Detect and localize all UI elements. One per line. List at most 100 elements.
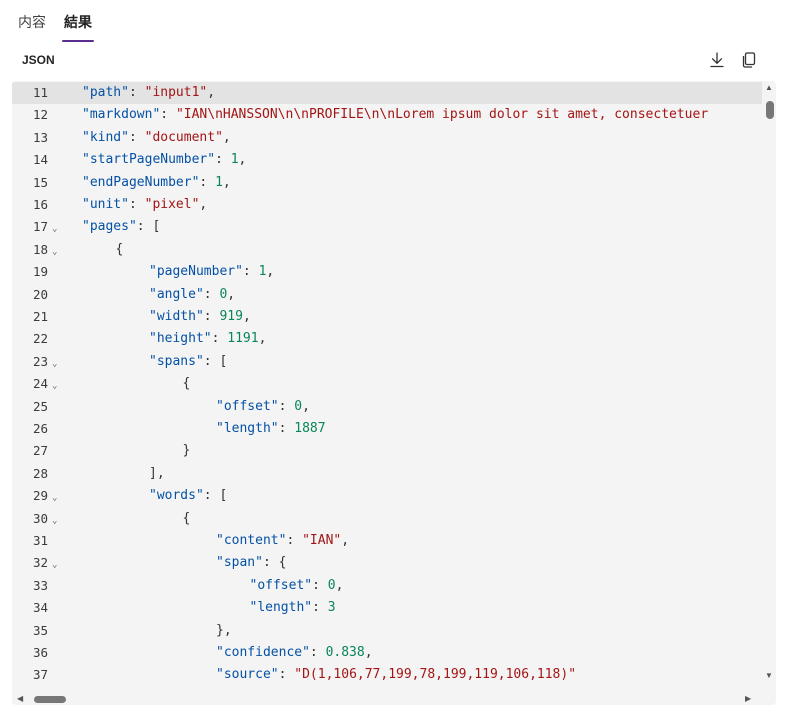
json-punctuation: { — [115, 241, 124, 257]
code-line[interactable]: 32 ⌄ "span": { — [12, 552, 762, 574]
json-string: "pixel" — [144, 197, 200, 212]
code-line[interactable]: 13 "kind": "document", — [12, 127, 762, 149]
json-punctuation: : [ — [203, 488, 228, 504]
line-number: 33 — [32, 577, 48, 593]
line-number: 17 — [32, 219, 48, 235]
code-line[interactable]: 37 "source": "D(1,106,77,199,78,199,119,1… — [12, 664, 762, 681]
code-line[interactable]: 30 ⌄ { — [12, 508, 762, 530]
json-key: "kind" — [82, 129, 129, 145]
code-line[interactable]: 22 "height": 1191, — [12, 328, 762, 350]
code-line[interactable]: 26 "length": 1887 — [12, 418, 762, 440]
copy-button[interactable] — [739, 50, 759, 70]
fold-chevron-icon[interactable]: ⌄ — [52, 375, 57, 397]
json-punctuation: , — [335, 577, 344, 593]
json-punctuation: , — [266, 264, 275, 280]
scroll-up-icon[interactable]: ▲ — [765, 83, 773, 92]
line-number: 13 — [32, 129, 48, 145]
code-line[interactable]: 16 "unit": "pixel", — [12, 194, 762, 216]
code-line[interactable]: 33 "offset": 0, — [12, 575, 762, 597]
json-punctuation: , — [199, 197, 208, 212]
json-key: "pages" — [82, 219, 137, 235]
horizontal-scroll-thumb[interactable] — [34, 696, 66, 703]
code-text: "offset": 0, — [216, 396, 310, 418]
code-text: "length": 3 — [250, 597, 336, 619]
code-text: "pages": [ — [82, 216, 160, 238]
code-line[interactable]: 23 ⌄ "spans": [ — [12, 351, 762, 373]
code-line[interactable]: 17 ⌄ "pages": [ — [12, 216, 762, 238]
code-line[interactable]: 31 "content": "IAN", — [12, 530, 762, 552]
code-line[interactable]: 18 ⌄ { — [12, 239, 762, 261]
code-text: "markdown": "IAN\nHANSSON\n\nPROFILE\n\n… — [82, 104, 708, 126]
code-line[interactable]: 28], — [12, 463, 762, 485]
line-number: 16 — [32, 197, 48, 212]
code-line[interactable]: 14 "startPageNumber": 1, — [12, 149, 762, 171]
line-number: 28 — [32, 465, 48, 481]
code-line[interactable]: 21 "width": 919, — [12, 306, 762, 328]
horizontal-scrollbar[interactable]: ◀ ▶ — [12, 691, 762, 705]
code-line[interactable]: 11 "path": "input1", — [12, 82, 762, 105]
scroll-down-icon[interactable]: ▼ — [765, 671, 773, 680]
json-punctuation: : [ — [136, 219, 161, 235]
code-line[interactable]: 25 "offset": 0, — [12, 396, 762, 418]
json-punctuation: : — [286, 533, 303, 548]
tab-content[interactable]: 内容 — [18, 0, 46, 44]
json-key: "span" — [216, 555, 263, 571]
json-number: 0.838 — [325, 645, 365, 660]
json-punctuation: : — [215, 152, 231, 168]
line-number: 15 — [32, 174, 48, 190]
json-key: "endPageNumber" — [82, 174, 200, 190]
code-text: { — [116, 239, 124, 261]
json-punctuation: : — [128, 85, 145, 100]
code-text: "confidence": 0.838, — [216, 642, 373, 664]
line-number: 21 — [32, 309, 48, 324]
download-button[interactable] — [707, 50, 727, 70]
json-punctuation: ], — [149, 465, 165, 481]
code-line[interactable]: 19 "pageNumber": 1, — [12, 261, 762, 283]
fold-chevron-icon[interactable]: ⌄ — [52, 510, 57, 532]
json-punctuation: , — [238, 152, 247, 168]
fold-chevron-icon[interactable]: ⌄ — [52, 218, 57, 240]
line-number: 30 — [32, 510, 48, 526]
json-key: "unit" — [82, 197, 129, 212]
fold-chevron-icon[interactable]: ⌄ — [52, 241, 57, 263]
code-line[interactable]: 12 "markdown": "IAN\nHANSSON\n\nPROFILE\n… — [12, 104, 762, 126]
code-line[interactable]: 35}, — [12, 620, 762, 642]
json-punctuation: }, — [216, 622, 232, 638]
code-line[interactable]: 20 "angle": 0, — [12, 284, 762, 306]
vertical-scrollbar[interactable]: ▲ ▼ — [762, 81, 776, 691]
json-string: "IAN" — [302, 533, 342, 548]
code-text: "pageNumber": 1, — [149, 261, 274, 283]
fold-chevron-icon[interactable]: ⌄ — [52, 487, 57, 509]
line-number: 23 — [32, 353, 48, 369]
json-punctuation: : — [128, 129, 145, 145]
code-text: { — [183, 508, 191, 530]
json-key: "width" — [149, 309, 204, 324]
code-text: }, — [216, 620, 232, 642]
code-line[interactable]: 34 "length": 3 — [12, 597, 762, 619]
code-line[interactable]: 24 ⌄ { — [12, 373, 762, 395]
json-code-editor[interactable]: 11 "path": "input1", 12 "markdown": "IAN\nH… — [12, 81, 776, 705]
json-punctuation: : — [199, 174, 216, 190]
scroll-right-icon[interactable]: ▶ — [745, 694, 751, 703]
code-line[interactable]: 29 ⌄ "words": [ — [12, 485, 762, 507]
json-punctuation: , — [302, 398, 310, 414]
fold-chevron-icon[interactable]: ⌄ — [52, 554, 57, 576]
json-number: 1191 — [227, 331, 259, 347]
code-text: "spans": [ — [149, 351, 227, 373]
code-line[interactable]: 36 "confidence": 0.838, — [12, 642, 762, 664]
code-text: "endPageNumber": 1, — [82, 172, 231, 194]
vertical-scroll-thumb[interactable] — [766, 101, 774, 119]
code-text: "angle": 0, — [149, 284, 235, 306]
json-punctuation: : — [203, 286, 220, 302]
fold-chevron-icon[interactable]: ⌄ — [52, 353, 57, 375]
scroll-left-icon[interactable]: ◀ — [17, 694, 23, 703]
tab-result[interactable]: 結果 — [62, 0, 94, 44]
code-text: "content": "IAN", — [216, 530, 349, 552]
code-text: "words": [ — [149, 485, 227, 507]
line-number: 19 — [32, 264, 48, 280]
json-key: "words" — [149, 488, 204, 504]
code-line[interactable]: 15 "endPageNumber": 1, — [12, 172, 762, 194]
json-punctuation: , — [242, 309, 251, 324]
code-line[interactable]: 27} — [12, 440, 762, 462]
json-punctuation: } — [182, 443, 191, 459]
